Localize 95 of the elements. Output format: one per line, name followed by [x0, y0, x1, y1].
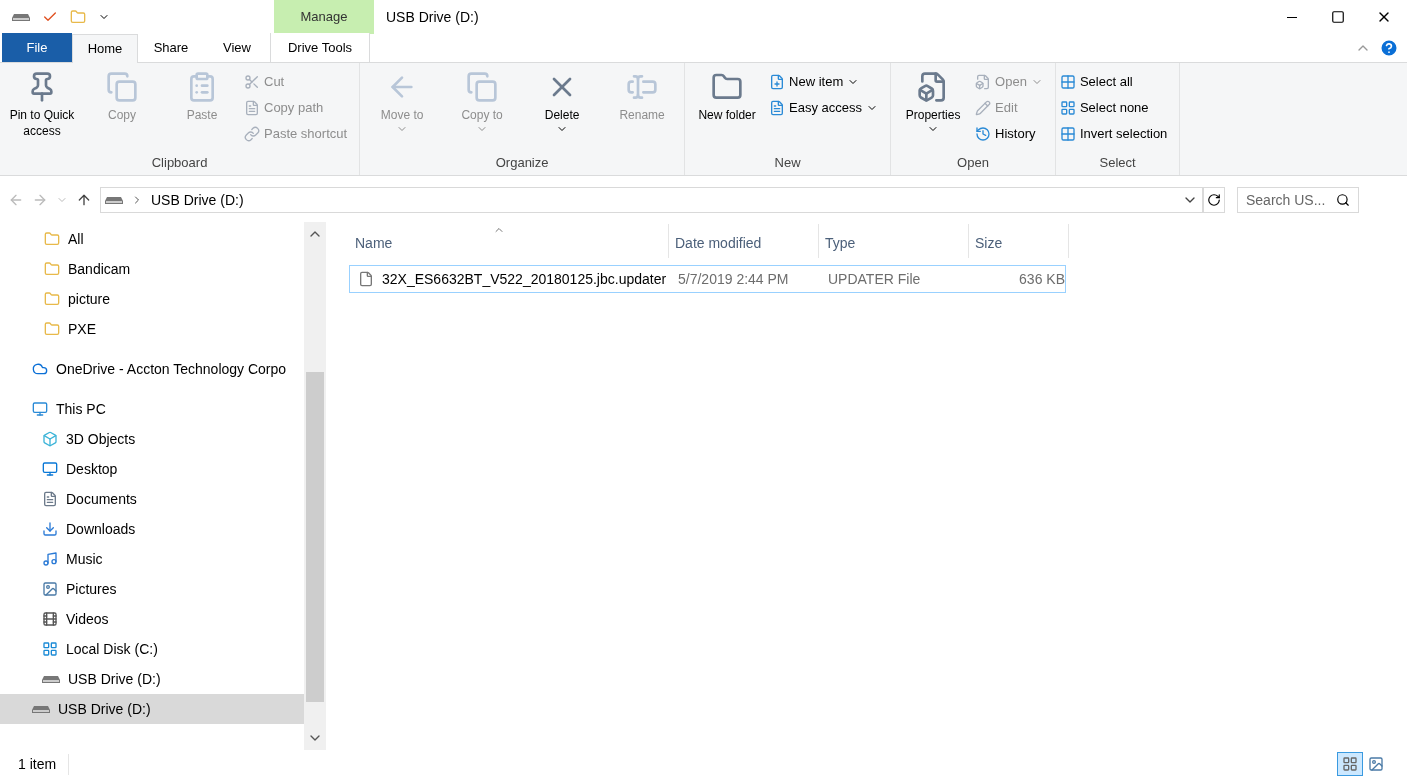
windows-disk-icon [42, 641, 58, 657]
ribbon-group-label: New [773, 153, 802, 172]
navigation-item[interactable]: USB Drive (D:) [0, 664, 304, 694]
picture-icon [42, 581, 58, 597]
file-icon [358, 271, 374, 287]
column-header[interactable]: Date modified [669, 224, 819, 258]
history-icon [975, 126, 992, 142]
document-icon [42, 491, 58, 507]
folder-icon [44, 291, 60, 307]
column-header[interactable]: Size [969, 224, 1069, 258]
navigation-item[interactable]: Pictures [0, 574, 304, 604]
folder-icon [44, 231, 60, 247]
ribbon-button[interactable]: New item [769, 71, 879, 93]
navigation-item[interactable]: 3D Objects [0, 424, 304, 454]
ribbon-tab[interactable]: File [2, 33, 72, 62]
item-count: 1 item [18, 753, 70, 775]
file-row[interactable]: 32X_ES6632BT_V522_20180125.jbc.updater 5/7/2019 2:44 PM UPDATER File 636 KB [349, 265, 1066, 293]
ribbon-group-label: Clipboard [150, 153, 209, 172]
navigation-item[interactable]: Desktop [0, 454, 304, 484]
ribbon-button[interactable]: Invert selection [1059, 123, 1168, 145]
grid-icon [1059, 126, 1076, 142]
pencil-icon [975, 100, 992, 116]
refresh-icon [1207, 193, 1221, 207]
thumbnail-view-icon [1368, 756, 1384, 772]
monitor-icon [42, 461, 58, 477]
music-note-icon [42, 551, 58, 567]
refresh-button[interactable] [1203, 187, 1225, 213]
breadcrumb[interactable]: USB Drive (D:) [151, 189, 244, 211]
ribbon-button[interactable]: Select all [1059, 71, 1168, 93]
drive-icon [32, 705, 50, 713]
copy-icon [106, 71, 138, 103]
navigation-item[interactable]: OneDrive - Accton Technology Corpo [0, 354, 304, 384]
column-header[interactable]: Name [349, 224, 669, 258]
ribbon-button[interactable]: Select none [1059, 97, 1168, 119]
navigation-item[interactable]: Music [0, 544, 304, 574]
drive-icon [12, 13, 30, 21]
scissors-icon [244, 74, 260, 90]
scrollbar[interactable] [304, 222, 326, 750]
download-icon [42, 521, 58, 537]
ribbon-button[interactable]: Delete [524, 71, 601, 153]
navigation-item[interactable]: All [0, 224, 304, 254]
date-cell-text: 5/7/2019 2:44 PM [677, 269, 790, 289]
address-field[interactable]: USB Drive (D:) [100, 187, 1203, 213]
minimize-icon [1287, 16, 1297, 18]
navigation-item[interactable]: Downloads [0, 514, 304, 544]
navigation-item[interactable]: Documents [0, 484, 304, 514]
column-header[interactable]: Type [819, 224, 969, 258]
context-tab-group: Manage [274, 0, 374, 34]
window-title: USB Drive (D:) [386, 7, 479, 27]
ribbon-button[interactable]: Properties [895, 71, 972, 153]
navigation-item[interactable]: Bandicam [0, 254, 304, 284]
size-cell-text: 636 KB [1018, 269, 1065, 289]
monitor-icon [32, 401, 48, 417]
ribbon-tab[interactable]: View [204, 33, 270, 62]
document-icon [769, 100, 786, 116]
details-view-icon [1342, 756, 1358, 772]
ribbon-tab[interactable]: Share [138, 33, 204, 62]
ribbon-group-label: Select [1098, 153, 1137, 172]
cube-icon [42, 431, 58, 447]
navigation-item[interactable]: USB Drive (D:) [0, 694, 304, 724]
grid-icon [1059, 100, 1076, 116]
copy-icon [466, 71, 499, 103]
search-icon [1336, 193, 1350, 207]
details-view-button[interactable] [1337, 752, 1363, 776]
ribbon-tab[interactable]: Home [72, 34, 138, 63]
document-icon [975, 74, 992, 90]
document-icon [244, 100, 260, 116]
help-icon[interactable] [1379, 38, 1399, 58]
up-icon[interactable] [76, 192, 92, 208]
ribbon-button[interactable]: Pin to Quick access [4, 71, 80, 153]
drive-icon [105, 196, 123, 204]
type-cell-text: UPDATER File [827, 269, 922, 289]
folder-icon [44, 321, 60, 337]
navigation-item[interactable]: picture [0, 284, 304, 314]
file-name: 32X_ES6632BT_V522_20180125.jbc.updater [382, 269, 667, 289]
navigation-item[interactable]: PXE [0, 314, 304, 344]
search-input[interactable]: Search US... [1246, 189, 1336, 211]
film-icon [42, 611, 58, 627]
ribbon-button[interactable]: History [975, 123, 1043, 145]
maximize-icon [1331, 10, 1345, 24]
ribbon-group-label: Organize [494, 153, 550, 172]
navigation-item[interactable]: Videos [0, 604, 304, 634]
folder-icon [44, 261, 60, 277]
ribbon-button[interactable]: Easy access [769, 97, 879, 119]
ribbon-group-label: Open [956, 153, 990, 172]
navigation-item[interactable]: This PC [0, 394, 304, 424]
ribbon-button[interactable]: New folder [689, 71, 766, 153]
cloud-icon [32, 361, 48, 377]
grid-icon [1059, 74, 1076, 90]
link-icon [244, 126, 260, 142]
file-plus-icon [769, 74, 786, 90]
navigation-item[interactable]: Local Disk (C:) [0, 634, 304, 664]
drive-icon [42, 675, 60, 683]
ribbon-tab[interactable]: Drive Tools [270, 33, 370, 62]
search-field[interactable]: Search US... [1237, 187, 1359, 213]
